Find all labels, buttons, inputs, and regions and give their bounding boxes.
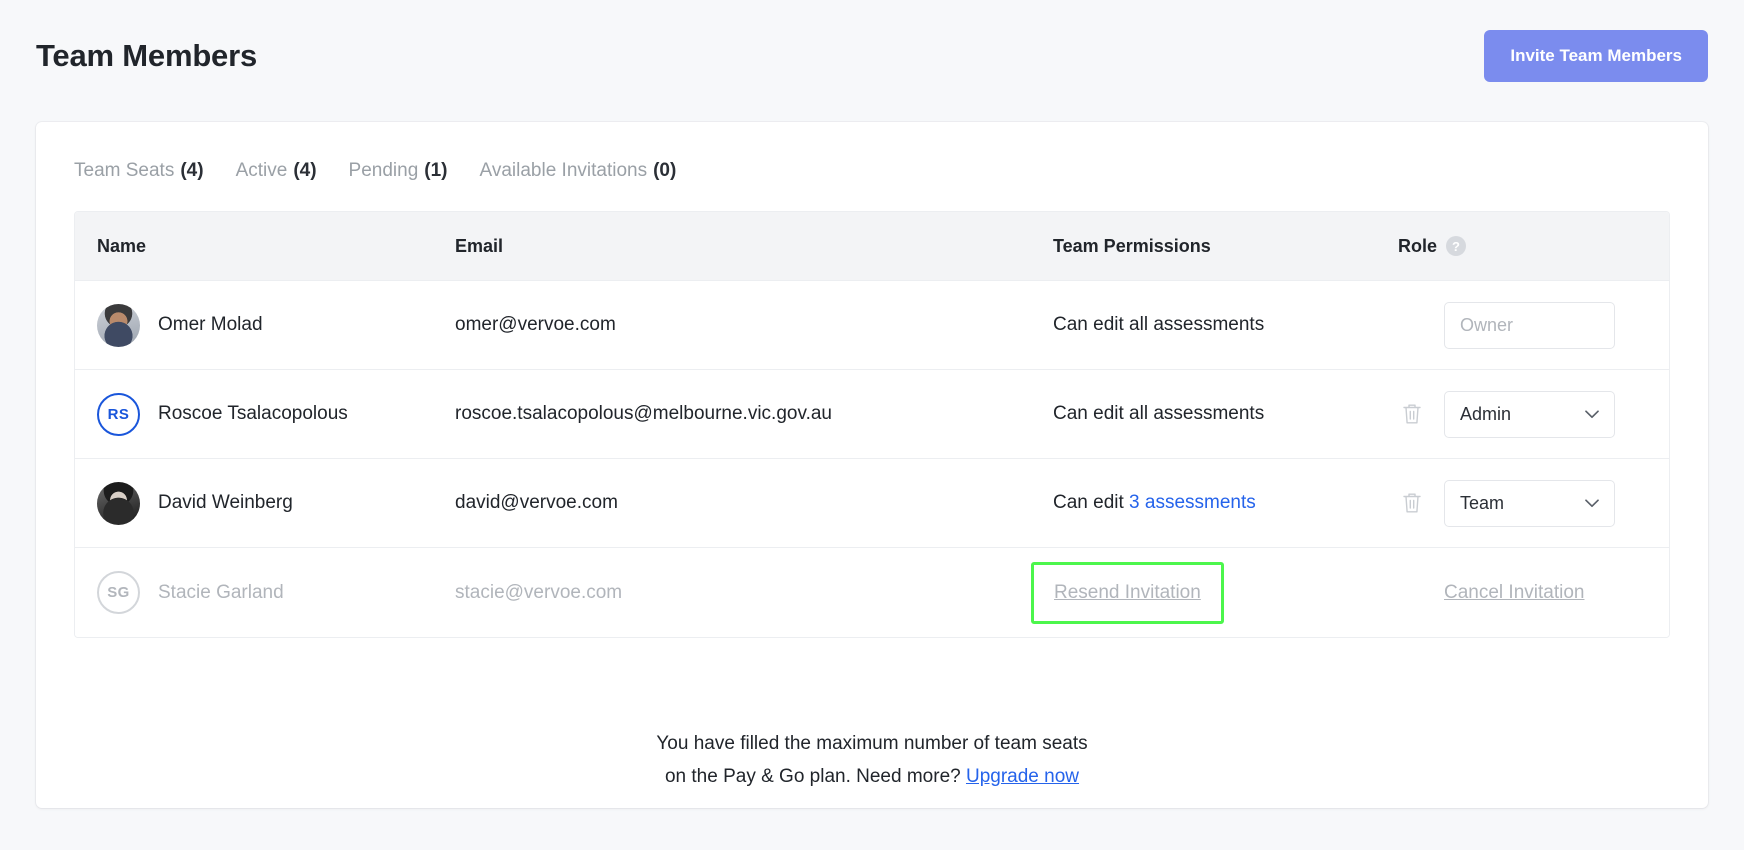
avatar	[97, 481, 140, 525]
tab-team-seats-label: Team Seats	[74, 160, 175, 181]
tab-pending[interactable]: Pending (1)	[349, 160, 448, 182]
team-members-card: Team Seats (4) Active (4) Pending (1) Av…	[36, 122, 1708, 808]
member-email: omer@vervoe.com	[455, 314, 616, 335]
table-row: RS Roscoe Tsalacopolous roscoe.tsalacopo…	[75, 370, 1669, 459]
tab-pending-count: (1)	[424, 160, 448, 181]
member-email: stacie@vervoe.com	[455, 581, 623, 603]
invite-team-members-button[interactable]: Invite Team Members	[1484, 30, 1708, 82]
name-cell: SG Stacie Garland	[75, 571, 455, 614]
member-name: David Weinberg	[158, 492, 293, 513]
name-cell: David Weinberg	[75, 481, 455, 525]
page-header: Team Members Invite Team Members	[0, 0, 1744, 112]
permissions-prefix: Can edit	[1053, 492, 1130, 513]
member-permissions: Can edit all assessments	[1053, 403, 1265, 424]
tab-available-invitations-count: (0)	[653, 160, 677, 181]
member-permissions: Can edit 3 assessments	[1053, 492, 1398, 514]
table-header-row: Name Email Team Permissions Role ?	[75, 212, 1669, 281]
member-name: Roscoe Tsalacopolous	[158, 403, 348, 424]
table-row: David Weinberg david@vervoe.com Can edit…	[75, 459, 1669, 548]
member-email: roscoe.tsalacopolous@melbourne.vic.gov.a…	[455, 403, 832, 424]
role-cell: Cancel Invitation	[1398, 582, 1669, 604]
column-header-permissions: Team Permissions	[1053, 235, 1211, 256]
seats-limit-message: You have filled the maximum number of te…	[36, 727, 1708, 793]
resend-invitation-link[interactable]: Resend Invitation	[1054, 582, 1201, 604]
name-cell: Omer Molad	[75, 303, 455, 347]
member-name: Stacie Garland	[158, 581, 284, 603]
chevron-down-icon	[1585, 498, 1599, 507]
table-row: SG Stacie Garland stacie@vervoe.com Rese…	[75, 548, 1669, 637]
member-permissions: Can edit all assessments	[1053, 314, 1265, 335]
column-header-role: Role	[1398, 235, 1438, 256]
tab-available-invitations[interactable]: Available Invitations (0)	[480, 160, 677, 182]
member-email: david@vervoe.com	[455, 492, 618, 513]
tab-bar: Team Seats (4) Active (4) Pending (1) Av…	[36, 122, 1708, 182]
column-header-role-group: Role ?	[1398, 236, 1669, 257]
role-value: Team	[1460, 492, 1505, 513]
cancel-invitation-link[interactable]: Cancel Invitation	[1444, 582, 1584, 604]
role-value: Admin	[1460, 403, 1512, 424]
seats-limit-line-2-text: on the Pay & Go plan. Need more?	[664, 766, 961, 787]
upgrade-now-link[interactable]: Upgrade now	[966, 766, 1079, 787]
member-name: Omer Molad	[158, 314, 263, 335]
role-cell: Admin	[1398, 390, 1669, 438]
role-select-team[interactable]: Team	[1444, 479, 1615, 527]
avatar: SG	[97, 571, 140, 614]
team-members-table: Name Email Team Permissions Role ? Omer …	[74, 211, 1670, 638]
role-cell: Team	[1398, 479, 1669, 527]
column-header-email: Email	[455, 235, 504, 256]
assessments-link[interactable]: 3 assessments	[1129, 492, 1256, 513]
help-icon[interactable]: ?	[1446, 236, 1467, 256]
column-header-name: Name	[97, 235, 147, 256]
role-value: Owner	[1460, 314, 1514, 335]
tab-available-invitations-label: Available Invitations	[479, 160, 648, 181]
team-members-page: Team Members Invite Team Members Team Se…	[0, 0, 1744, 850]
delete-member-icon[interactable]	[1398, 400, 1426, 428]
tab-team-seats-count: (4)	[180, 160, 204, 181]
tab-active-count: (4)	[293, 160, 317, 181]
avatar	[97, 303, 140, 347]
tab-team-seats[interactable]: Team Seats (4)	[74, 160, 204, 182]
avatar: RS	[97, 392, 140, 436]
role-cell: Owner	[1398, 301, 1669, 349]
resend-invitation-highlight: Resend Invitation	[1031, 561, 1224, 624]
seats-limit-line-1: You have filled the maximum number of te…	[656, 733, 1088, 754]
name-cell: RS Roscoe Tsalacopolous	[75, 392, 455, 436]
role-field-owner: Owner	[1444, 301, 1615, 349]
tab-active-label: Active	[235, 160, 288, 181]
member-permissions: Resend Invitation	[1031, 561, 1398, 624]
chevron-down-icon	[1585, 409, 1599, 418]
table-row: Omer Molad omer@vervoe.com Can edit all …	[75, 281, 1669, 370]
role-select-admin[interactable]: Admin	[1444, 390, 1615, 438]
delete-member-icon[interactable]	[1398, 489, 1426, 517]
tab-pending-label: Pending	[348, 160, 419, 181]
seats-limit-line-2: on the Pay & Go plan. Need more? Upgrade…	[36, 760, 1708, 793]
page-title: Team Members	[36, 38, 258, 73]
tab-active[interactable]: Active (4)	[236, 160, 317, 182]
